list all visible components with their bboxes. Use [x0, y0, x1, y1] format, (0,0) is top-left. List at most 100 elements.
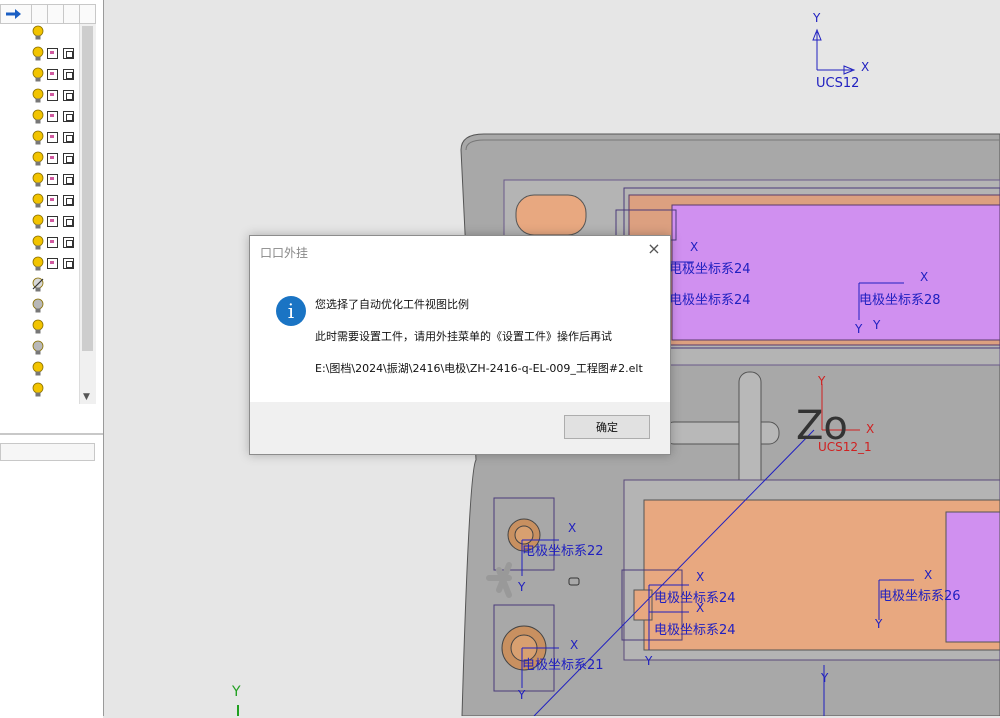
- layout-icon: [63, 132, 74, 143]
- ucs12-x-label: X: [861, 60, 870, 74]
- lightbulb-icon[interactable]: [32, 382, 44, 398]
- view-icon: [47, 195, 58, 206]
- lightbulb-icon[interactable]: [32, 151, 44, 167]
- layout-icon: [63, 174, 74, 185]
- ucs12-1-y-label: Y: [818, 374, 826, 388]
- tree-row[interactable]: [30, 255, 80, 273]
- view-icon: [47, 90, 58, 101]
- view-icon: [47, 132, 58, 143]
- ok-button[interactable]: 确定: [564, 415, 650, 439]
- tree-row[interactable]: [30, 129, 80, 147]
- tree-row[interactable]: [30, 45, 80, 63]
- view-icon: [47, 111, 58, 122]
- view-icon: [47, 216, 58, 227]
- lightbulb-icon[interactable]: [32, 130, 44, 146]
- csys-y-label: Y: [855, 322, 863, 336]
- dialog-footer: 确定: [250, 402, 670, 454]
- details-panel: [0, 433, 103, 718]
- csys-y-label: Y: [645, 654, 653, 668]
- tree-scrollbar[interactable]: ▼: [79, 24, 96, 404]
- layout-icon: [63, 153, 74, 164]
- details-header: [0, 443, 95, 461]
- tree-row[interactable]: [30, 213, 80, 231]
- view-icon: [47, 258, 58, 269]
- toolbar-cell[interactable]: [47, 5, 64, 23]
- lightbulb-icon[interactable]: [32, 193, 44, 209]
- ucs12-label: UCS12: [816, 76, 860, 91]
- scrollbar-thumb[interactable]: [82, 26, 93, 351]
- lightbulb-icon[interactable]: [32, 256, 44, 272]
- tree-row[interactable]: [30, 360, 80, 378]
- dialog-message-path: E:\图档\2024\振湖\2416\电极\ZH-2416-q-EL-009_工…: [315, 362, 643, 375]
- csys-x-label: X: [568, 521, 577, 535]
- dialog-message-line2: 此时需要设置工件，请用外挂菜单的《设置工件》操作后再试: [315, 330, 612, 343]
- csys-y-label: Y: [873, 318, 881, 332]
- close-icon[interactable]: ×: [646, 240, 662, 258]
- tree-row[interactable]: [30, 297, 80, 315]
- scroll-down-icon[interactable]: ▼: [83, 392, 90, 402]
- view-icon: [47, 69, 58, 80]
- view-icon: [47, 48, 58, 59]
- layout-icon: [63, 111, 74, 122]
- tree-row[interactable]: [30, 276, 80, 294]
- lightbulb-icon[interactable]: [32, 25, 44, 41]
- csys-label-24b: 电极坐标系24: [669, 293, 751, 308]
- layout-icon: [63, 90, 74, 101]
- dialog-message-line1: 您选择了自动优化工件视图比例: [315, 298, 469, 311]
- csys-y-label: Y: [875, 617, 883, 631]
- tree-row[interactable]: [30, 339, 80, 357]
- lightbulb-icon[interactable]: [32, 214, 44, 230]
- tree-row[interactable]: [30, 150, 80, 168]
- lightbulb-icon[interactable]: [32, 298, 44, 314]
- csys-x-label: X: [696, 570, 705, 584]
- tree-row[interactable]: [30, 171, 80, 189]
- lightbulb-icon[interactable]: [32, 319, 44, 335]
- tree-row[interactable]: [30, 108, 80, 126]
- tree-row[interactable]: [30, 234, 80, 252]
- csys-label-21: 电极坐标系21: [522, 658, 604, 673]
- csys-label-22: 电极坐标系22: [522, 544, 604, 559]
- tree-row[interactable]: [30, 66, 80, 84]
- arrow-right-icon[interactable]: [5, 7, 23, 21]
- lightbulb-icon[interactable]: [32, 172, 44, 188]
- wcs-y-label: Y: [232, 684, 241, 700]
- view-icon: [47, 153, 58, 164]
- tree-row[interactable]: [30, 318, 80, 336]
- csys-y-label: Y: [518, 688, 526, 702]
- layout-icon: [63, 195, 74, 206]
- lightbulb-icon[interactable]: [32, 46, 44, 62]
- csys-x-label: X: [570, 638, 579, 652]
- csys-y-label: Y: [518, 580, 526, 594]
- lightbulb-icon[interactable]: [32, 67, 44, 83]
- dialog-title: 口口外挂: [260, 246, 309, 260]
- csys-label-24d: 电极坐标系24: [654, 623, 736, 638]
- layout-icon: [63, 216, 74, 227]
- layout-icon: [63, 69, 74, 80]
- toolbar-cell[interactable]: [79, 5, 96, 23]
- csys-x-label: X: [690, 240, 699, 254]
- ucs12-y-label: Y: [813, 11, 821, 25]
- tree-row[interactable]: [30, 381, 80, 399]
- csys-x-label: X: [696, 601, 705, 615]
- lightbulb-icon[interactable]: [32, 277, 44, 293]
- lightbulb-icon[interactable]: [32, 109, 44, 125]
- csys-label-26: 电极坐标系26: [879, 589, 961, 604]
- lightbulb-icon[interactable]: [32, 340, 44, 356]
- tree-row[interactable]: [30, 87, 80, 105]
- toolbar-cell[interactable]: [31, 5, 48, 23]
- csys-label-28: 电极坐标系28: [859, 293, 941, 308]
- info-icon: i: [276, 296, 306, 326]
- lightbulb-icon[interactable]: [32, 235, 44, 251]
- csys-label-24a: 电极坐标系24: [669, 262, 751, 277]
- lightbulb-icon[interactable]: [32, 361, 44, 377]
- ucs12-1-x-label: X: [866, 422, 875, 436]
- lightbulb-icon[interactable]: [32, 88, 44, 104]
- tree-row[interactable]: [30, 24, 80, 42]
- csys-x-label: X: [924, 568, 933, 582]
- tree-row[interactable]: [30, 192, 80, 210]
- bottom-y-label: Y: [821, 671, 829, 685]
- navigator-toolbar: [0, 4, 96, 24]
- layout-icon: [63, 258, 74, 269]
- view-icon: [47, 237, 58, 248]
- toolbar-cell[interactable]: [63, 5, 80, 23]
